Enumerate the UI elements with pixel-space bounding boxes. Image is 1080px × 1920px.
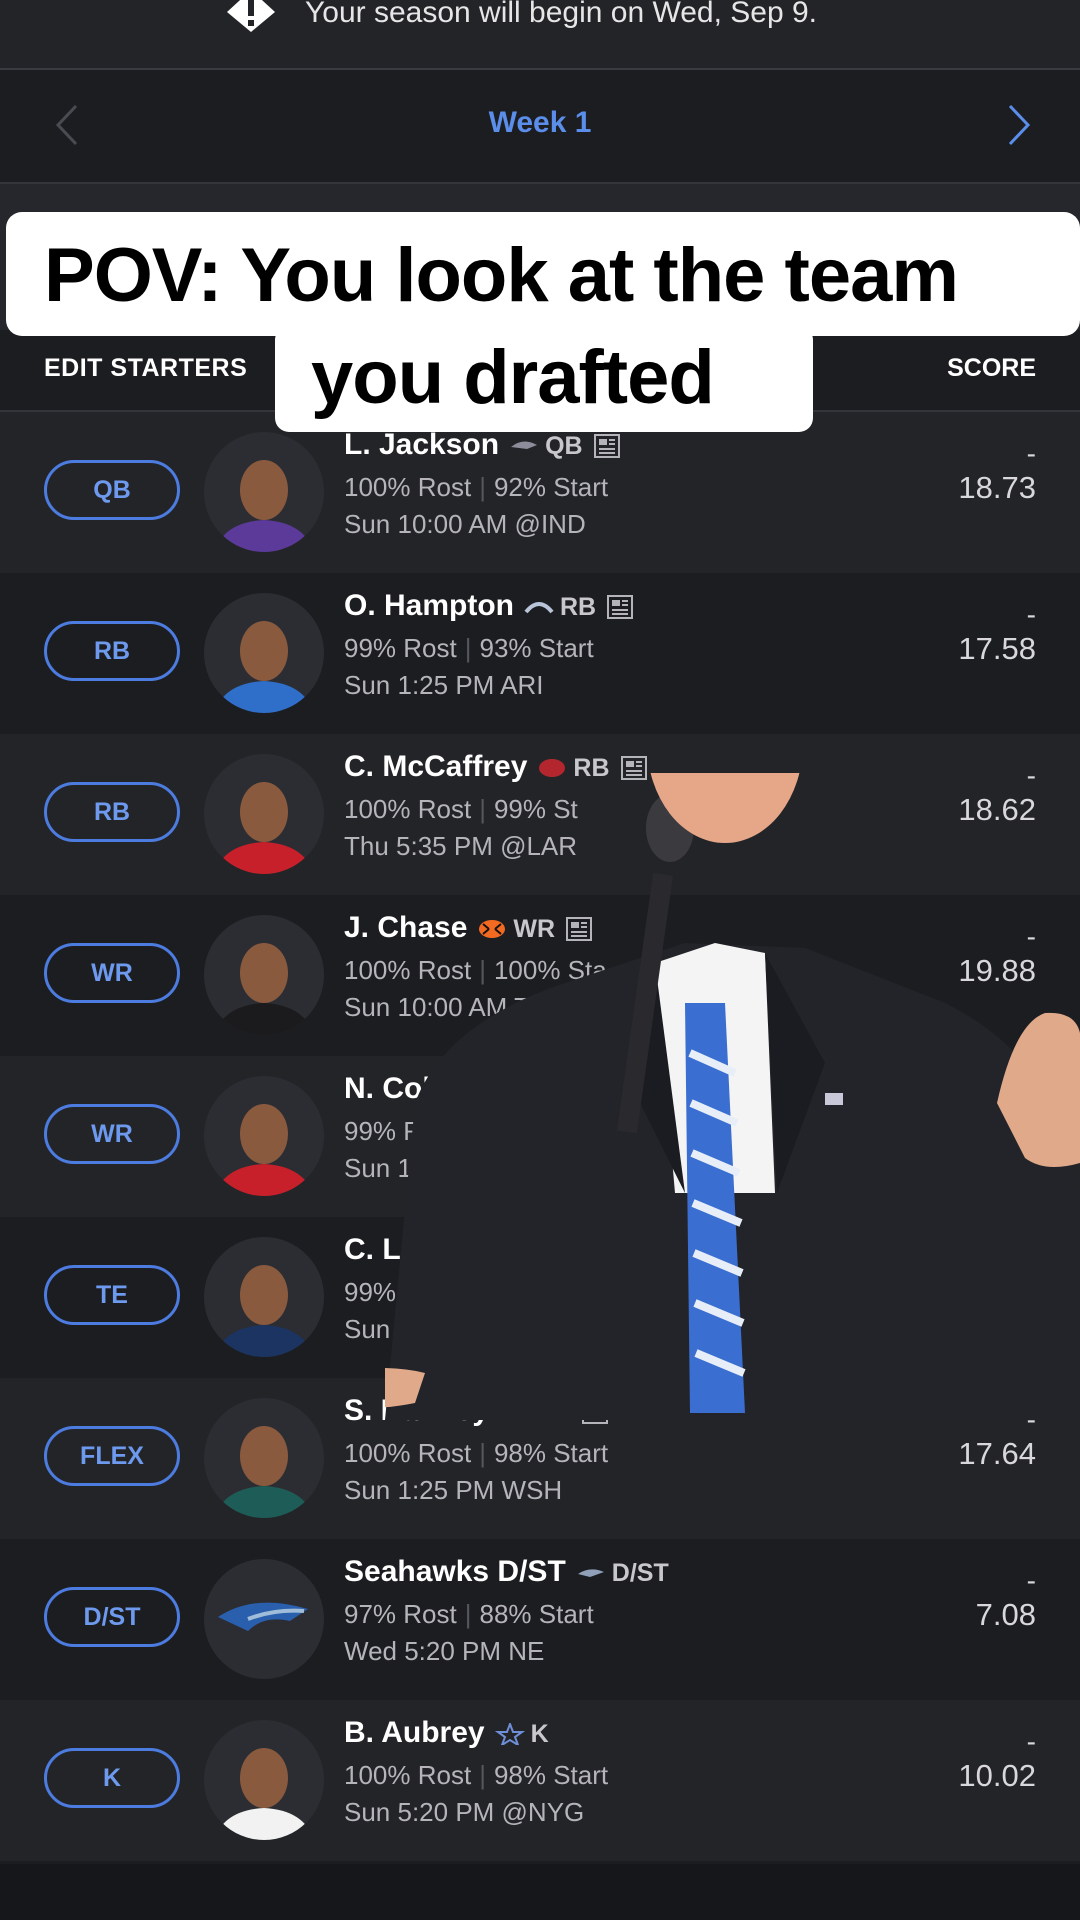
- separator: |: [479, 1760, 486, 1790]
- alert-icon: [227, 0, 275, 32]
- player-position: K: [530, 1720, 549, 1748]
- roster-row[interactable]: RB O. Hampton RB 99% Rost | 93% Start Sun 1:25…: [0, 573, 1080, 734]
- chargers-icon: [524, 602, 554, 614]
- rostered-pct: 100% Rost: [344, 472, 472, 502]
- caption-line-1: POV: You look at the team: [44, 233, 959, 318]
- game-time: Sun: [344, 1314, 391, 1344]
- projected-score: 17.58: [958, 631, 1036, 666]
- player-ownership: 100% Rost | 98% Start: [344, 1438, 608, 1469]
- slot-button[interactable]: D/ST: [44, 1587, 180, 1647]
- slot-button[interactable]: FLEX: [44, 1426, 180, 1486]
- player-avatar[interactable]: [204, 754, 324, 874]
- player-name-line: O. Hampton RB: [344, 589, 634, 623]
- player-name-line: L. Jackson QB: [344, 428, 621, 462]
- seahawks-icon: [577, 1569, 604, 1578]
- team-logo[interactable]: [204, 1559, 324, 1679]
- slot-button[interactable]: RB: [44, 782, 180, 842]
- separator: |: [479, 1438, 486, 1468]
- slot-button[interactable]: RB: [44, 621, 180, 681]
- game-time: Wed 5:20 PM NE: [344, 1636, 545, 1666]
- week-selector: Week 1: [0, 70, 1080, 184]
- separator: |: [464, 1599, 472, 1629]
- cowboys-star-icon: [494, 1723, 525, 1746]
- player-name-line: B. Aubrey K: [344, 1716, 549, 1750]
- rostered-pct: 99% Rost: [344, 633, 457, 663]
- bottom-bar: [0, 1864, 1080, 1920]
- roster-row[interactable]: QB L. Jackson QB 100% Rost | 92% Start Sun 10:…: [0, 412, 1080, 573]
- edit-starters-button[interactable]: EDIT STARTERS: [44, 354, 247, 383]
- player-position: RB: [560, 593, 597, 621]
- slot-button[interactable]: QB: [44, 460, 180, 520]
- player-avatar[interactable]: [204, 1237, 324, 1357]
- roster-row[interactable]: D/ST Seahawks D/ST D/ST 97% Rost | 88% Start W…: [0, 1539, 1080, 1700]
- actual-score: -: [1026, 599, 1036, 630]
- separator: |: [479, 472, 486, 502]
- started-pct: 98% Start: [493, 1760, 609, 1790]
- ravens-icon: [511, 441, 538, 450]
- started-pct: 98% Start: [493, 1438, 609, 1468]
- player-avatar[interactable]: [204, 593, 324, 713]
- rostered-pct: 100% Rost: [344, 1760, 472, 1790]
- caption-box-2: you drafted: [275, 326, 813, 432]
- rostered-pct: 97% Rost: [344, 1599, 457, 1629]
- player-ownership: 100% Rost | 98% Start: [344, 1760, 608, 1791]
- caption-box-1: POV: You look at the team: [6, 212, 1080, 336]
- game-time: Sun 5:20 PM @NYG: [344, 1797, 585, 1827]
- player-avatar[interactable]: [204, 915, 324, 1035]
- chevron-right-icon[interactable]: [998, 100, 1038, 150]
- caption-line-2: you drafted: [311, 335, 715, 420]
- game-time: Sun 10:00 AM @IND: [344, 509, 586, 539]
- player-name[interactable]: O. Hampton: [344, 589, 514, 622]
- slot-button[interactable]: TE: [44, 1265, 180, 1325]
- started-pct: 93% Start: [479, 633, 594, 663]
- slot-button[interactable]: WR: [44, 1104, 180, 1164]
- player-avatar[interactable]: [204, 1076, 324, 1196]
- game-time: Sun 1:25 PM ARI: [344, 670, 544, 700]
- season-notice-text: Your season will begin on Wed, Sep 9.: [305, 0, 818, 29]
- player-name[interactable]: L. Jackson: [344, 428, 499, 461]
- player-name[interactable]: Seahawks D/ST: [344, 1555, 566, 1588]
- player-position: QB: [545, 432, 583, 460]
- game-time: Sun 1:25 PM WSH: [344, 1475, 563, 1505]
- player-avatar[interactable]: [204, 1720, 324, 1840]
- slot-button[interactable]: K: [44, 1748, 180, 1808]
- speaker-photo: [385, 773, 1080, 1420]
- rostered-pct: 100% Rost: [344, 1438, 472, 1468]
- player-ownership: 100% Rost | 92% Start: [344, 472, 608, 503]
- projected-score: 17.64: [958, 1436, 1036, 1471]
- actual-score: -: [1026, 1726, 1036, 1757]
- separator: |: [464, 633, 472, 663]
- projected-score: 10.02: [958, 1758, 1036, 1793]
- news-icon[interactable]: [593, 433, 621, 459]
- player-ownership: 97% Rost | 88% Start: [344, 1599, 594, 1630]
- player-name-line: Seahawks D/ST D/ST: [344, 1555, 669, 1589]
- player-name[interactable]: B. Aubrey: [344, 1716, 485, 1749]
- player-avatar[interactable]: [204, 1398, 324, 1518]
- started-pct: 92% Start: [493, 472, 609, 502]
- actual-score: -: [1026, 1565, 1036, 1596]
- slot-button[interactable]: WR: [44, 943, 180, 1003]
- actual-score: -: [1026, 438, 1036, 469]
- score-column-header: SCORE: [947, 354, 1036, 382]
- started-pct: 88% Start: [479, 1599, 594, 1629]
- projected-score: 7.08: [975, 1597, 1036, 1632]
- week-label[interactable]: Week 1: [0, 106, 1080, 140]
- player-ownership: 99% Rost | 93% Start: [344, 633, 594, 664]
- season-notice: Your season will begin on Wed, Sep 9.: [0, 0, 1080, 70]
- player-avatar[interactable]: [204, 432, 324, 552]
- roster-row[interactable]: K B. Aubrey K 100% Rost | 98% Start Sun 5:20 P…: [0, 1700, 1080, 1861]
- player-position: D/ST: [611, 1559, 669, 1587]
- news-icon[interactable]: [606, 594, 634, 620]
- projected-score: 18.73: [958, 470, 1036, 505]
